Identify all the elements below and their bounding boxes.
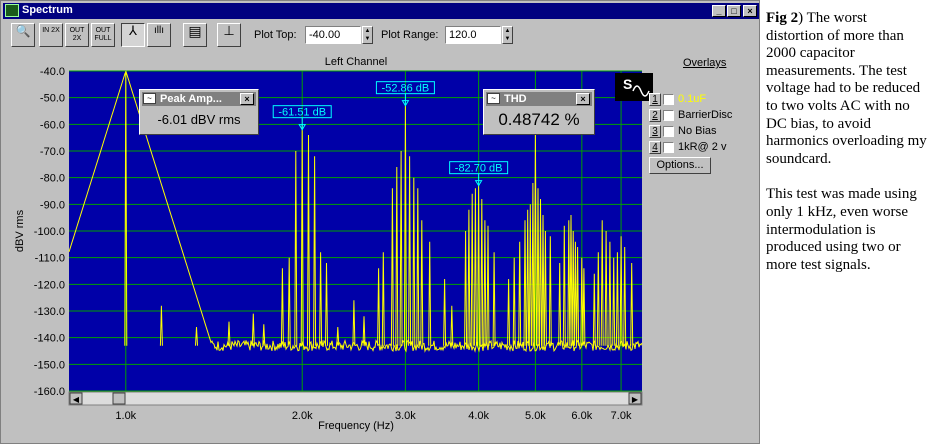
overlay-label: 0.1uF (678, 93, 707, 105)
spectrum-plot[interactable]: Left Channel -40.0 -50.0 -60.0 -70.0 -80.0 -9… (1, 1, 761, 444)
x-tick-label: 7.0k (611, 410, 632, 422)
overlay-checkbox[interactable] (663, 126, 674, 137)
y-tick-label: -60.0 (40, 119, 65, 131)
overlays-title[interactable]: Overlays (683, 57, 726, 69)
y-tick-label: -110.0 (35, 253, 65, 265)
overlay-number[interactable]: 4 (649, 141, 661, 154)
peak-amp-popup[interactable]: Peak Amp... ~ × -6.01 dBV rms (139, 89, 259, 135)
peak-amp-title[interactable]: Peak Amp... (142, 92, 256, 106)
peak-amp-meter-icon: ~ (143, 93, 156, 104)
overlay-checkbox[interactable] (663, 110, 674, 121)
y-tick-label: -50.0 (40, 93, 65, 105)
caption-paragraph-1: Fig 2) The worst distortion of more than… (766, 10, 927, 168)
y-tick-label: -80.0 (40, 173, 65, 185)
overlay-label: No Bias (678, 125, 717, 137)
y-tick-label: -130.0 (34, 306, 65, 318)
peak-marker-label: -61.51 dB (278, 107, 326, 119)
thd-meter-icon: ~ (487, 93, 500, 104)
y-tick-label: -40.0 (40, 66, 65, 78)
overlay-checkbox[interactable] (663, 142, 674, 153)
x-tick-label: 4.0k (468, 410, 489, 422)
y-tick-label: -70.0 (40, 146, 65, 158)
y-tick-label: -100.0 (34, 226, 65, 238)
y-axis-label: dBV rms (14, 209, 26, 252)
x-tick-label: 6.0k (571, 410, 592, 422)
overlay-checkbox[interactable] (663, 94, 674, 105)
thd-popup[interactable]: THD ~ × 0.48742 % (483, 89, 595, 135)
scroll-right-icon: ▶ (632, 395, 639, 404)
spectrum-window: Spectrum _ □ × 🔍 IN 2X OUT 2X OUT FULL ⅄… (0, 0, 760, 444)
y-tick-label: -90.0 (40, 199, 65, 211)
overlay-item-1[interactable]: 1 0.1uF (649, 93, 757, 107)
legend-toggle-icon[interactable]: S (615, 73, 653, 101)
y-tick-labels: -40.0 -50.0 -60.0 -70.0 -80.0 -90.0 -100.0 -110… (34, 66, 65, 398)
overlay-options-button[interactable]: Options... (649, 157, 711, 174)
overlay-label: BarrierDisc (678, 109, 733, 121)
overlay-item-2[interactable]: 2 BarrierDisc (649, 109, 757, 123)
x-axis-label: Frequency (Hz) (318, 420, 394, 432)
plot-title: Left Channel (325, 56, 387, 68)
x-tick-label: 1.0k (115, 410, 136, 422)
horizontal-scrollbar[interactable] (68, 391, 643, 406)
y-tick-label: -140.0 (34, 333, 65, 345)
y-tick-label: -150.0 (34, 359, 65, 371)
peak-amp-close-button[interactable]: × (240, 93, 254, 105)
overlay-number[interactable]: 1 (649, 93, 661, 106)
x-tick-label: 2.0k (292, 410, 313, 422)
thd-close-button[interactable]: × (576, 93, 590, 105)
overlay-item-3[interactable]: 3 No Bias (649, 125, 757, 139)
svg-text:S: S (623, 76, 632, 92)
x-tick-label: 3.0k (395, 410, 416, 422)
figure-caption: Fig 2) The worst distortion of more than… (766, 10, 927, 292)
overlay-label: 1kR@ 2 v (678, 141, 727, 153)
scrollbar-thumb[interactable] (112, 392, 126, 405)
caption-paragraph-2: This test was made using only 1 kHz, eve… (766, 186, 917, 273)
x-tick-label: 5.0k (525, 410, 546, 422)
y-tick-label: -160.0 (34, 386, 65, 398)
overlay-item-4[interactable]: 4 1kR@ 2 v (649, 141, 757, 155)
thd-value: 0.48742 % (498, 110, 580, 129)
peak-marker-label: -52.86 dB (382, 83, 430, 95)
overlay-number[interactable]: 3 (649, 125, 661, 138)
caption-text-1: ) The worst distortion of more than 2000… (766, 10, 927, 167)
figure-label: Fig 2 (766, 10, 799, 26)
scroll-left-icon: ◀ (73, 395, 80, 404)
peak-marker-label: -82.70 dB (455, 163, 503, 175)
overlay-number[interactable]: 2 (649, 109, 661, 122)
y-tick-label: -120.0 (34, 279, 65, 291)
peak-amp-value: -6.01 dBV rms (157, 112, 241, 127)
